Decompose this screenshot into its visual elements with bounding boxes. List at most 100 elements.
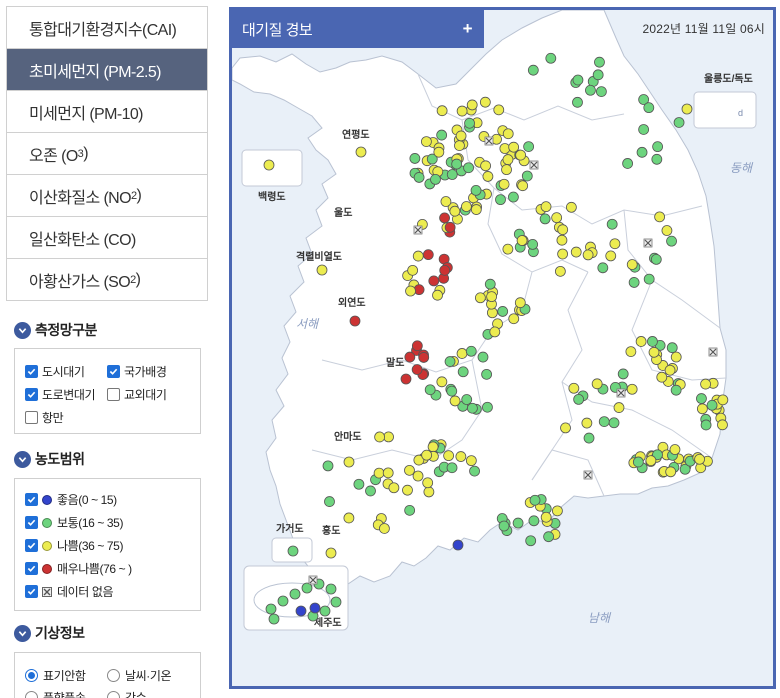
station-marker[interactable]: [411, 340, 423, 352]
weather-section-title[interactable]: 기상정보: [14, 623, 85, 643]
station-marker[interactable]: [451, 158, 463, 170]
station-marker[interactable]: [418, 352, 430, 363]
station-marker[interactable]: [635, 336, 647, 347]
station-marker[interactable]: [324, 496, 335, 507]
checkbox-option[interactable]: 도시대기: [25, 363, 85, 380]
station-marker[interactable]: [489, 326, 501, 338]
station-marker[interactable]: [382, 467, 394, 479]
nav-item-5[interactable]: 일산화탄소 (CO): [6, 217, 208, 259]
korea-map[interactable]: 제주도 울릉도/독도 d 백령도 연평도 울도 격렬비열도 외연도 말도 안마도…: [232, 10, 773, 686]
station-marker[interactable]: [543, 531, 555, 543]
checkbox-option[interactable]: 나쁨(36 ~ 75): [25, 537, 123, 554]
checkbox-checked-icon[interactable]: [25, 516, 38, 529]
checkbox-checked-icon[interactable]: [25, 493, 38, 506]
radio-unselected-icon[interactable]: [107, 691, 120, 698]
station-marker[interactable]: [325, 583, 337, 595]
station-marker[interactable]: [465, 455, 477, 467]
station-marker[interactable]: [482, 171, 494, 182]
station-marker[interactable]: [645, 455, 657, 467]
station-marker[interactable]: [540, 201, 552, 213]
station-marker[interactable]: [632, 456, 644, 468]
station-marker[interactable]: [455, 451, 467, 462]
station-marker[interactable]: [670, 351, 682, 363]
station-marker[interactable]: [661, 225, 673, 236]
station-marker[interactable]: [449, 395, 461, 407]
station-marker[interactable]: [289, 588, 301, 600]
station-marker[interactable]: [560, 422, 571, 434]
station-marker[interactable]: [421, 449, 433, 461]
station-marker[interactable]: [287, 545, 299, 557]
station-marker[interactable]: [479, 96, 491, 108]
station-marker[interactable]: [643, 102, 655, 114]
station-marker[interactable]: [651, 153, 663, 165]
station-marker[interactable]: [606, 218, 618, 230]
no-data-marker-icon[interactable]: [708, 347, 718, 357]
checkbox-checked-icon[interactable]: [107, 365, 120, 378]
checkbox-option[interactable]: 보통(16 ~ 35): [25, 514, 123, 531]
station-marker[interactable]: [466, 99, 478, 111]
station-marker[interactable]: [482, 401, 493, 413]
radio-unselected-icon[interactable]: [107, 669, 120, 682]
station-marker[interactable]: [508, 313, 520, 325]
station-marker[interactable]: [388, 482, 400, 494]
station-marker[interactable]: [444, 221, 456, 233]
station-marker[interactable]: [594, 56, 605, 68]
station-marker[interactable]: [643, 273, 655, 285]
station-marker[interactable]: [665, 466, 677, 478]
station-marker[interactable]: [316, 264, 328, 276]
station-marker[interactable]: [694, 453, 705, 465]
station-marker[interactable]: [557, 248, 569, 260]
station-marker[interactable]: [585, 84, 596, 96]
station-marker[interactable]: [407, 264, 419, 276]
no-data-marker-icon[interactable]: [529, 160, 539, 170]
station-marker[interactable]: [480, 160, 492, 172]
station-marker[interactable]: [404, 504, 416, 516]
station-marker[interactable]: [470, 204, 482, 215]
checkbox-checked-icon[interactable]: [25, 585, 38, 598]
station-marker[interactable]: [527, 64, 539, 76]
network-section-title[interactable]: 측정망구분: [14, 320, 97, 340]
station-marker[interactable]: [428, 275, 440, 287]
station-marker[interactable]: [501, 164, 512, 176]
station-marker[interactable]: [565, 201, 577, 213]
station-marker[interactable]: [353, 478, 365, 490]
station-marker[interactable]: [433, 146, 445, 158]
checkbox-option[interactable]: 교외대기: [107, 386, 167, 403]
station-marker[interactable]: [432, 289, 443, 301]
station-marker[interactable]: [309, 602, 321, 614]
station-marker[interactable]: [498, 520, 510, 532]
nav-item-0[interactable]: 통합대기환경지수(CAI): [6, 7, 208, 49]
no-data-marker-icon[interactable]: [484, 136, 494, 146]
station-marker[interactable]: [427, 441, 439, 453]
station-marker[interactable]: [443, 450, 455, 462]
station-marker[interactable]: [681, 103, 693, 115]
station-marker[interactable]: [422, 477, 434, 489]
checkbox-unchecked-icon[interactable]: [107, 388, 120, 401]
station-marker[interactable]: [650, 253, 662, 265]
station-marker[interactable]: [557, 224, 569, 236]
station-marker[interactable]: [454, 140, 465, 152]
station-marker[interactable]: [497, 306, 509, 317]
station-marker[interactable]: [404, 351, 416, 363]
station-marker[interactable]: [365, 485, 376, 497]
station-marker[interactable]: [512, 517, 524, 529]
station-marker[interactable]: [295, 605, 307, 617]
no-data-marker-icon[interactable]: [308, 575, 318, 585]
station-marker[interactable]: [343, 456, 355, 468]
station-marker[interactable]: [572, 74, 584, 86]
station-marker[interactable]: [669, 444, 681, 455]
station-marker[interactable]: [525, 535, 537, 547]
checkbox-checked-icon[interactable]: [25, 365, 38, 378]
weather-radio-option[interactable]: 풍향풍속: [25, 689, 86, 698]
station-marker[interactable]: [449, 205, 461, 217]
no-data-marker-icon[interactable]: [583, 470, 593, 480]
station-marker[interactable]: [551, 505, 563, 517]
station-marker[interactable]: [412, 470, 424, 482]
station-marker[interactable]: [463, 162, 474, 174]
station-marker[interactable]: [446, 462, 458, 474]
station-marker[interactable]: [625, 346, 637, 357]
checkbox-option[interactable]: 매우나쁨(76 ~ ): [25, 560, 132, 577]
station-marker[interactable]: [420, 136, 432, 148]
station-marker[interactable]: [413, 172, 425, 183]
station-marker[interactable]: [605, 250, 617, 262]
